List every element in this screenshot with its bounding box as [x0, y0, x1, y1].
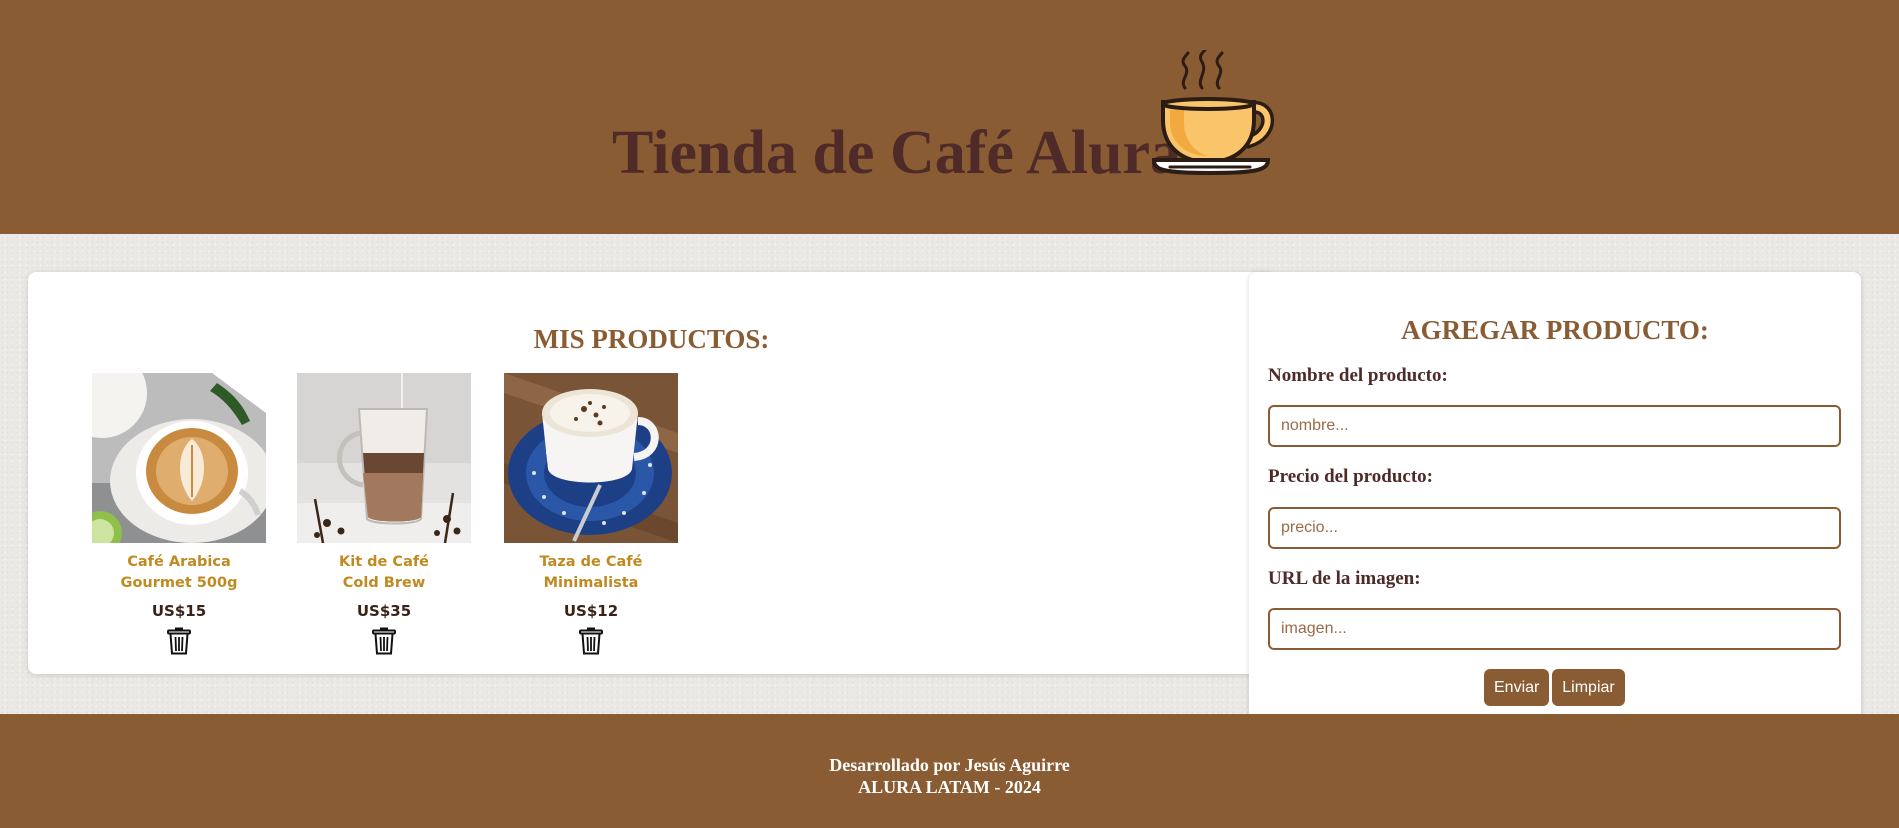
product-price: US$12	[563, 602, 619, 620]
site-footer: Desarrollado por Jesús Aguirre ALURA LAT…	[0, 714, 1899, 828]
delete-product-button[interactable]	[372, 627, 396, 655]
image-url-label: URL de la imagen:	[1268, 568, 1421, 589]
product-price: US$35	[356, 602, 412, 620]
trash-icon	[167, 627, 191, 655]
submit-button[interactable]: Enviar	[1484, 669, 1549, 706]
footer-credit: Desarrollado por Jesús Aguirre	[829, 755, 1070, 775]
latte-art-cup-photo	[92, 373, 266, 543]
product-name: Kit de Café Cold Brew	[338, 554, 430, 591]
trash-icon	[579, 627, 603, 655]
footer-copyright: ALURA LATAM - 2024	[858, 777, 1041, 797]
form-heading: AGREGAR PRODUCTO:	[1401, 315, 1709, 345]
clear-button[interactable]: Limpiar	[1552, 669, 1625, 706]
add-product-form: AGREGAR PRODUCTO: Nombre del producto: P…	[1249, 272, 1861, 725]
cold-brew-glass-photo	[297, 373, 471, 543]
price-label: Precio del producto:	[1268, 466, 1433, 487]
product-name: Taza de Café Minimalista	[539, 554, 643, 591]
delete-product-button[interactable]	[167, 627, 191, 655]
image-url-input[interactable]	[1268, 608, 1841, 650]
product-card: Taza de Café Minimalista US$12	[501, 373, 681, 655]
site-header: Tienda de Café Alura	[0, 0, 1899, 234]
site-title: Tienda de Café Alura	[612, 119, 1181, 187]
products-heading: MIS PRODUCTOS:	[533, 324, 770, 354]
delete-product-button[interactable]	[579, 627, 603, 655]
price-input[interactable]	[1268, 507, 1841, 549]
name-label: Nombre del producto:	[1268, 365, 1448, 386]
name-input[interactable]	[1268, 405, 1841, 447]
product-price: US$15	[151, 602, 207, 620]
product-card: Kit de Café Cold Brew US$35	[294, 373, 474, 655]
product-name: Café Arabica Gourmet 500g	[120, 554, 238, 591]
blue-saucer-cup-photo	[504, 373, 678, 543]
products-panel: MIS PRODUCTOS: Café Arabica Gourmet 500g…	[28, 272, 1275, 674]
trash-icon	[372, 627, 396, 655]
coffee-cup-icon	[1151, 50, 1275, 176]
product-card: Café Arabica Gourmet 500g US$15	[89, 373, 269, 655]
